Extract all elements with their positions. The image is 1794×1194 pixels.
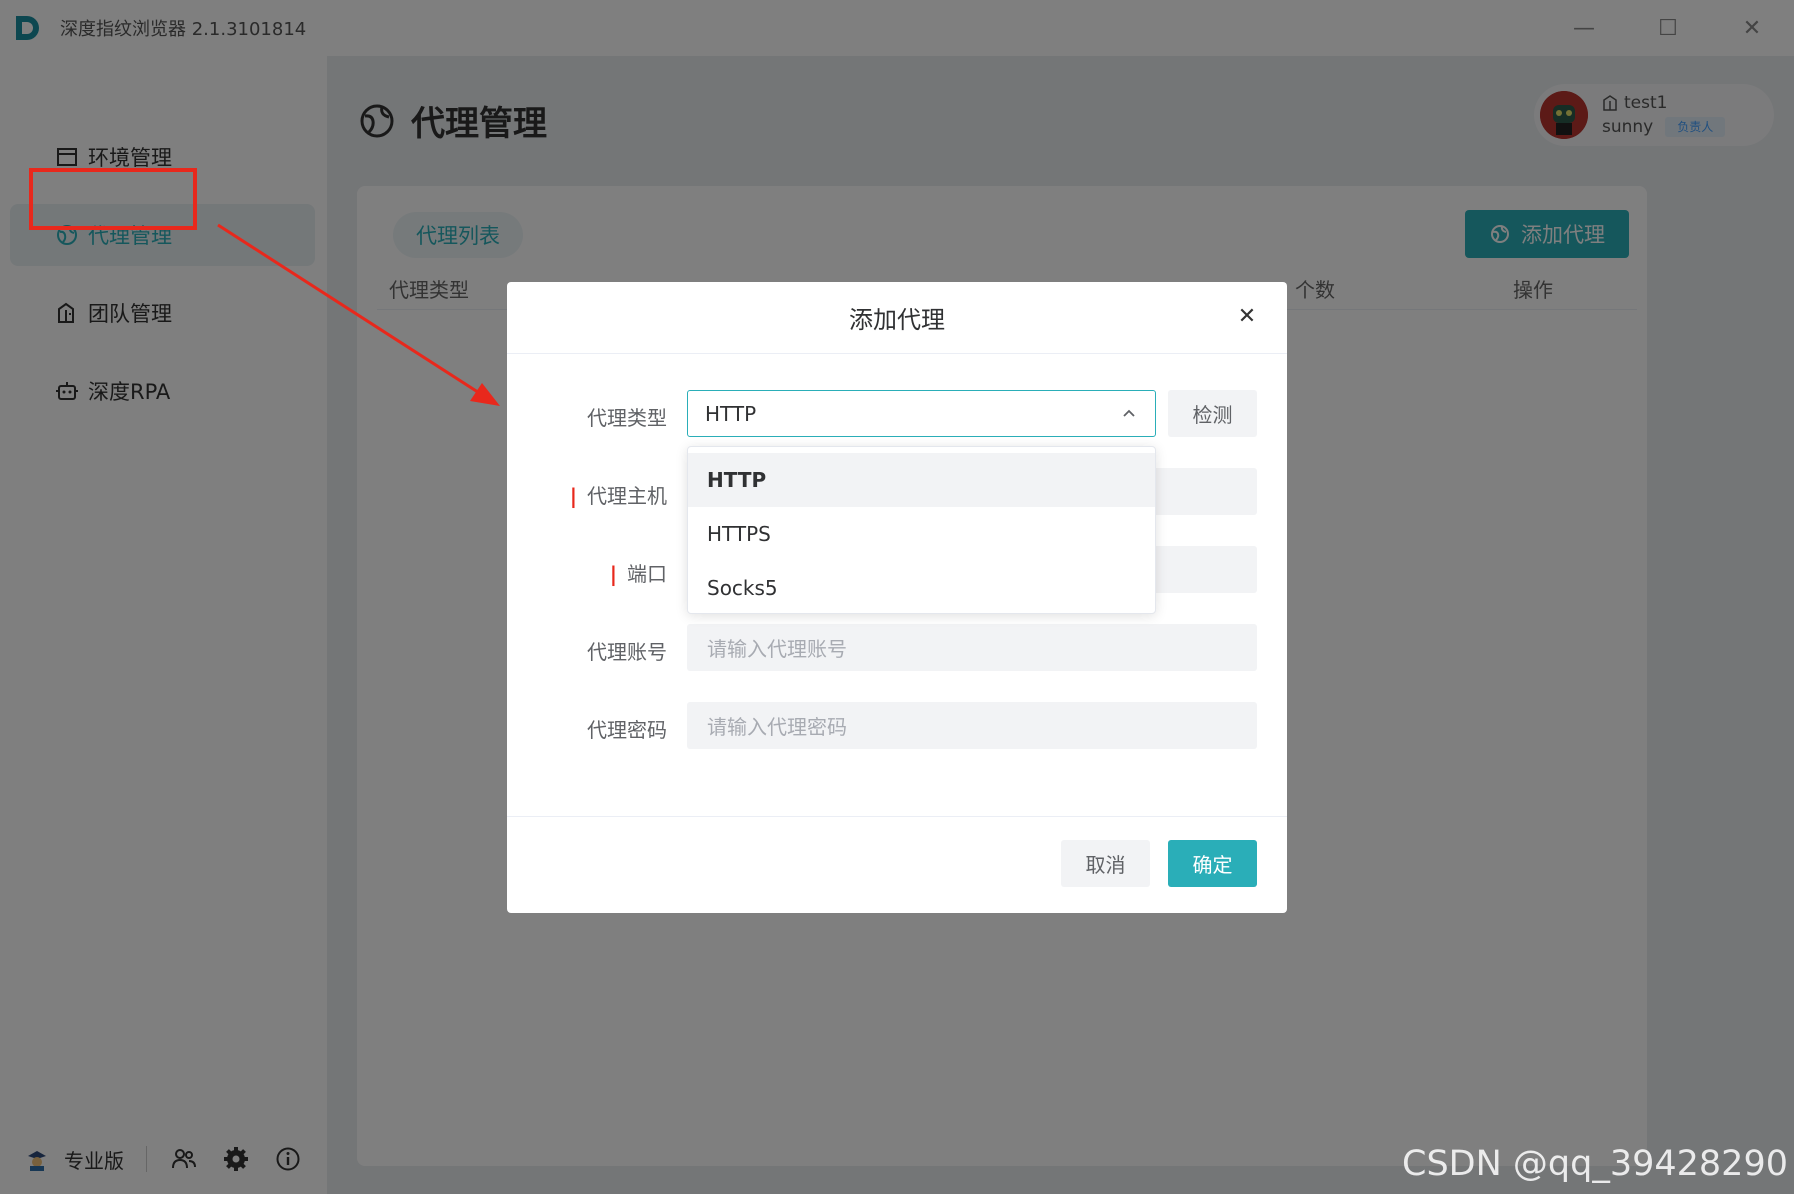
dialog-title: 添加代理 bbox=[507, 282, 1287, 354]
confirm-button[interactable]: 确定 bbox=[1168, 840, 1257, 887]
label-proxy-host: | 代理主机 bbox=[569, 484, 667, 508]
cancel-button[interactable]: 取消 bbox=[1061, 840, 1150, 887]
proxy-type-select[interactable]: HTTP bbox=[687, 390, 1156, 437]
required-mark: | bbox=[609, 562, 617, 586]
proxy-type-dropdown: HTTP HTTPS Socks5 bbox=[687, 446, 1156, 614]
required-mark: | bbox=[569, 484, 577, 508]
proxy-type-value: HTTP bbox=[705, 401, 757, 426]
option-http[interactable]: HTTP bbox=[688, 453, 1155, 507]
add-proxy-dialog: 添加代理 ✕ 代理类型 HTTP 检测 | 代理主机 | 端口 代理账号 请输入代理… bbox=[507, 282, 1287, 913]
chevron-up-icon bbox=[1123, 409, 1135, 417]
close-dialog-button[interactable]: ✕ bbox=[1235, 303, 1259, 329]
label-port: | 端口 bbox=[609, 562, 667, 586]
annotation-highlight-box bbox=[29, 168, 197, 230]
watermark: CSDN @qq_39428290 bbox=[1402, 1144, 1788, 1184]
option-https[interactable]: HTTPS bbox=[688, 507, 1155, 561]
label-proxy-password: 代理密码 bbox=[587, 718, 667, 742]
proxy-account-input[interactable]: 请输入代理账号 bbox=[687, 624, 1257, 671]
dialog-footer: 取消 确定 bbox=[507, 816, 1287, 913]
check-button[interactable]: 检测 bbox=[1168, 390, 1257, 437]
label-proxy-type: 代理类型 bbox=[587, 406, 667, 430]
close-icon: ✕ bbox=[1237, 303, 1257, 329]
option-socks5[interactable]: Socks5 bbox=[688, 561, 1155, 615]
label-proxy-account: 代理账号 bbox=[587, 640, 667, 664]
proxy-password-input[interactable]: 请输入代理密码 bbox=[687, 702, 1257, 749]
